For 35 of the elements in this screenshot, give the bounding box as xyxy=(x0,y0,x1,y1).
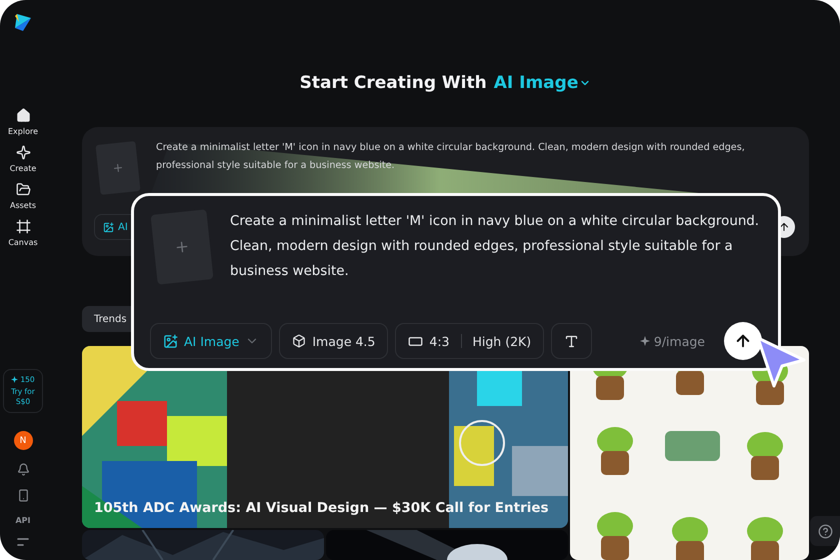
phone-icon[interactable] xyxy=(16,489,30,502)
nav-item[interactable]: Create xyxy=(2,145,44,173)
nav-item[interactable]: Canvas xyxy=(2,219,44,247)
help-button[interactable] xyxy=(810,516,840,546)
home-icon xyxy=(16,108,30,123)
text-icon xyxy=(564,334,580,348)
menu-icon[interactable] xyxy=(17,538,29,546)
prompt-text: Create a minimalist letter 'M' icon in navy blue on a white circular background. Clean, modern design with rounded edges, professional style suitable for a business website. xyxy=(156,140,746,173)
folder-icon xyxy=(16,182,30,197)
bell-icon[interactable] xyxy=(16,463,30,476)
text-style-button[interactable] xyxy=(551,323,592,359)
quality-label: High (2K) xyxy=(472,334,532,348)
model-selector[interactable]: Image 4.5 xyxy=(279,323,388,359)
mode-selector[interactable]: AI Image xyxy=(494,73,592,94)
help-icon xyxy=(818,524,832,538)
logo-icon xyxy=(13,14,33,32)
nav-item[interactable]: Explore xyxy=(2,108,44,136)
sparkle-icon xyxy=(16,145,30,160)
aspect-ratio: 4:3 xyxy=(429,334,450,348)
send-button[interactable] xyxy=(724,322,762,360)
page-heading: Start Creating With xyxy=(300,73,487,94)
cost-label: 9/image xyxy=(640,334,705,348)
size-selector[interactable]: 4:3 High (2K) xyxy=(395,323,544,359)
plus-icon xyxy=(111,161,125,175)
image-plus-icon xyxy=(163,334,178,348)
prompt-text: Create a minimalist letter 'M' icon in navy blue on a white circular background. Clean, modern design with rounded edges, professional style suitable for a business website. xyxy=(230,213,760,281)
arrow-up-icon xyxy=(778,221,790,233)
nav-item[interactable]: Assets xyxy=(2,182,44,210)
frame-icon xyxy=(16,219,30,234)
sparkle-icon xyxy=(640,336,650,346)
sparkle-icon xyxy=(11,376,18,383)
cube-icon xyxy=(292,334,306,348)
mode-dropdown[interactable]: AI Image xyxy=(150,323,272,359)
image-plus-icon xyxy=(103,222,114,232)
api-link[interactable]: API xyxy=(15,516,31,525)
